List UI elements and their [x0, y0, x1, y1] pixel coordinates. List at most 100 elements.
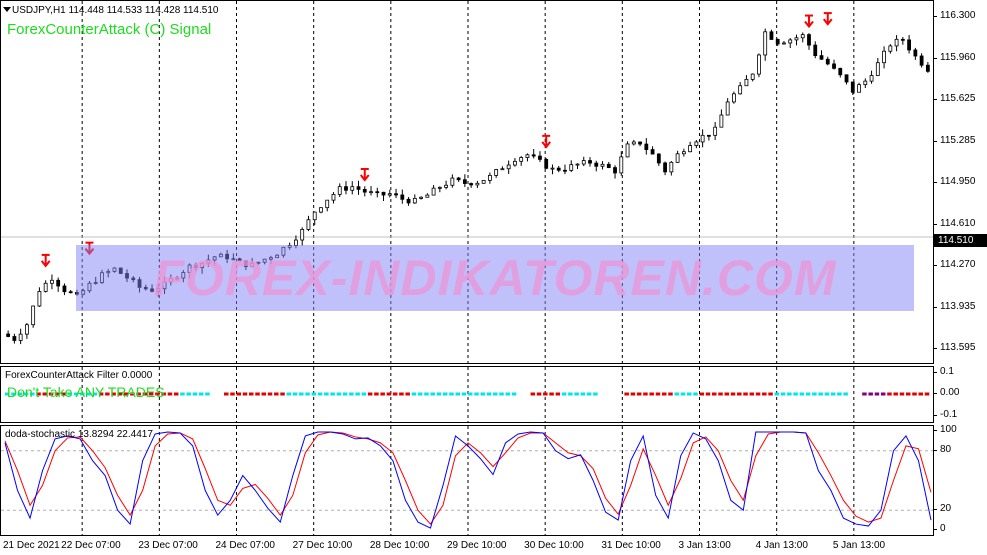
candle-body: [788, 39, 793, 44]
candle-body: [694, 141, 699, 146]
candle-body: [650, 149, 655, 155]
filter-axis-tick: 0.00: [934, 387, 987, 399]
candle-body: [782, 42, 786, 45]
filter-message: Don't Take ANY TRADES: [7, 384, 165, 400]
candle-body: [575, 163, 580, 166]
stochastic-axis-tick: 20: [934, 503, 987, 515]
candle-body: [381, 191, 386, 196]
candle-body: [819, 55, 824, 60]
candle-body: [513, 160, 517, 166]
candle-body: [456, 177, 461, 181]
indicator-signal-title: ForexCounterAttack (C) Signal: [7, 21, 212, 38]
candle-body: [344, 186, 348, 191]
candle-body: [656, 153, 661, 164]
candle-body: [494, 169, 499, 176]
candle-body: [531, 154, 536, 157]
window-menu-icon[interactable]: [3, 7, 11, 12]
time-axis-label: 24 Dec 07:00: [215, 540, 276, 551]
time-axis-label: 3 Jan 13:00: [678, 540, 731, 551]
price-axis-tick: 114.270: [934, 259, 987, 271]
candle-body: [725, 101, 730, 116]
candle-body: [688, 145, 693, 153]
candle-body: [719, 114, 724, 128]
sell-arrow-icon: [359, 168, 370, 182]
candle-body: [825, 58, 830, 65]
candle-body: [31, 305, 36, 326]
candle-body: [412, 198, 417, 204]
sell-arrow-icon: [822, 12, 833, 26]
candle-body: [419, 196, 423, 199]
candle-body: [43, 282, 48, 292]
candle-body: [832, 63, 836, 69]
candle-body: [581, 160, 586, 165]
candle-body: [675, 153, 680, 163]
filter-axis-tick: -0.1: [934, 409, 987, 421]
candle-body: [469, 183, 474, 186]
mt4-chart-window[interactable]: FOREX-INDIKATOREN.COM USDJPY,H1 114.448 …: [0, 0, 987, 555]
price-axis[interactable]: 116.300 115.960 115.625 115.285 114.950 114.6…: [934, 0, 987, 364]
stochastic-title: doda-stochastic 13.8294 22.4417: [5, 429, 153, 440]
filter-axis-tick: 0.1: [934, 366, 987, 378]
candle-body: [807, 34, 811, 46]
time-axis-label: 21 Dec 2021: [3, 540, 60, 551]
candle-body: [713, 126, 718, 136]
candle-body: [425, 194, 430, 198]
stochastic-axis-tick: 80: [934, 444, 987, 456]
price-axis-tick: 115.625: [934, 93, 987, 105]
candle-body: [525, 154, 530, 158]
candle-body: [431, 187, 436, 196]
candle-body: [925, 64, 930, 72]
candle-body: [356, 186, 361, 190]
price-axis-tick: 114.610: [934, 218, 987, 230]
candle-body: [538, 155, 542, 160]
candle-body: [800, 34, 805, 39]
candle-body: [362, 188, 367, 193]
candle-body: [550, 167, 555, 170]
candle-body: [794, 37, 799, 41]
sell-arrow-icon: [40, 253, 51, 268]
price-axis-tick: 114.950: [934, 176, 987, 188]
watermark-text: FOREX-INDIKATOREN.COM: [153, 250, 837, 306]
candle-body: [813, 44, 818, 57]
candle-body: [850, 81, 855, 93]
candle-body: [907, 39, 912, 51]
candle-body: [669, 161, 674, 173]
candle-body: [732, 93, 736, 103]
candle-body: [600, 163, 605, 167]
candle-body: [394, 193, 398, 196]
filter-title: ForexCounterAttack Filter 0.0000: [5, 370, 153, 381]
filter-indicator-panel[interactable]: ForexCounterAttack Filter 0.0000 Don't T…: [0, 366, 934, 423]
candle-body: [663, 162, 667, 173]
candle-body: [544, 158, 549, 169]
sell-arrow-icon: [804, 14, 814, 29]
candle-body: [744, 78, 749, 87]
candle-body: [919, 55, 924, 66]
candle-body: [606, 163, 611, 168]
candle-body: [757, 54, 761, 75]
candle-body: [475, 182, 480, 186]
price-chart-panel[interactable]: FOREX-INDIKATOREN.COM USDJPY,H1 114.448 …: [0, 0, 934, 364]
stochastic-axis-tick: 100: [934, 424, 987, 436]
candle-body: [300, 229, 305, 241]
candle-body: [312, 211, 317, 221]
candle-body: [619, 156, 624, 174]
candle-body: [519, 157, 524, 162]
candle-body: [306, 219, 311, 230]
candle-body: [369, 191, 373, 194]
symbol-title: USDJPY,H1 114.448 114.533 114.428 114.51…: [12, 5, 219, 16]
candle-body: [506, 164, 511, 170]
candle-body: [331, 194, 336, 201]
time-axis[interactable]: 21 Dec 2021 22 Dec 07:00 23 Dec 07:00 24 De…: [0, 536, 934, 555]
candle-body: [569, 164, 574, 171]
time-axis-label: 29 Dec 10:00: [447, 540, 507, 551]
stochastic-axis: 100 80 20 0: [934, 424, 987, 536]
price-axis-tick: 113.595: [934, 342, 987, 354]
candle-body: [18, 333, 23, 341]
candle-body: [882, 50, 886, 64]
watermark-band: FOREX-INDIKATOREN.COM: [76, 245, 914, 311]
candle-body: [644, 143, 649, 150]
candle-body: [631, 141, 636, 145]
candle-body: [769, 31, 774, 40]
price-axis-tick: 116.300: [934, 10, 987, 22]
stochastic-panel[interactable]: doda-stochastic 13.8294 22.4417: [0, 425, 934, 536]
